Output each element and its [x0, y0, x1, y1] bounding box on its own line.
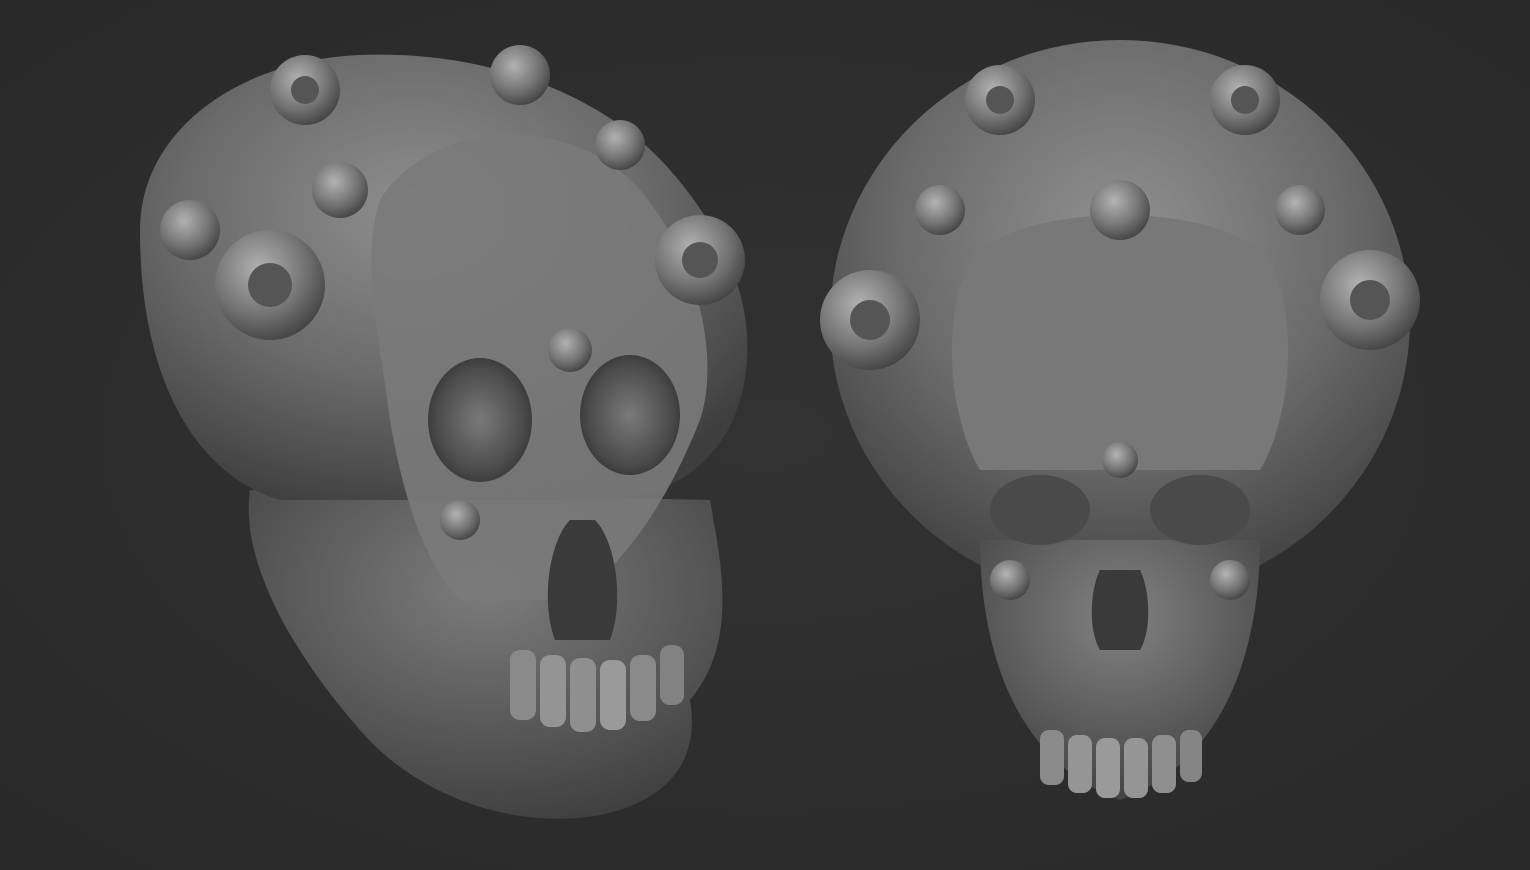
right-eye-socket [580, 355, 680, 475]
right-eye-socket [1150, 475, 1250, 545]
nasal-cavity [1091, 570, 1149, 650]
left-eye-socket [990, 475, 1090, 545]
face-plate [951, 215, 1289, 470]
left-eye-socket [428, 358, 532, 482]
ornate-skull-front [820, 40, 1420, 800]
ornate-skull-three-quarter [140, 45, 748, 819]
sculpt-viewport [0, 0, 1530, 870]
